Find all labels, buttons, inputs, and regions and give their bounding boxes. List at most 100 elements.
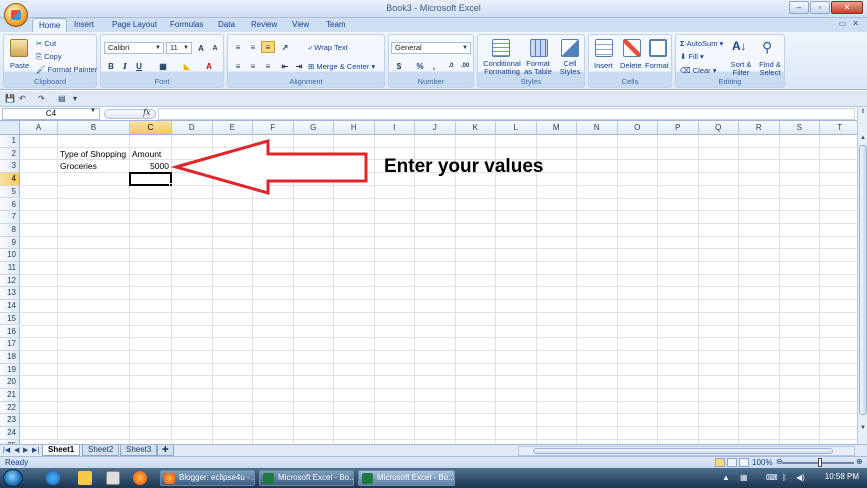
bluetooth-icon[interactable]: ᛒ (782, 473, 787, 482)
zoom-level[interactable]: 100% (752, 458, 772, 467)
paste-button[interactable]: Paste (10, 61, 29, 70)
scroll-down-icon[interactable]: ▼ (859, 425, 867, 433)
format-as-table-button[interactable]: Format as Table (522, 60, 554, 76)
last-sheet-icon[interactable]: ▶| (32, 446, 39, 454)
redo-icon[interactable]: ↷ (38, 94, 45, 103)
network-icon[interactable]: ▦ (740, 473, 748, 482)
orientation-icon[interactable]: ↗ (278, 41, 292, 53)
align-middle-icon[interactable]: ≡ (246, 41, 260, 53)
fill-color-icon[interactable]: ◣ (180, 60, 194, 72)
first-sheet-icon[interactable]: |◀ (3, 446, 10, 454)
tab-home[interactable]: Home (32, 18, 68, 32)
format-painter-button[interactable]: 🖌 Format Painter (36, 65, 97, 74)
currency-button[interactable]: $ (392, 60, 406, 72)
internet-explorer-icon[interactable] (46, 471, 60, 485)
shrink-font-icon[interactable]: A (208, 42, 222, 54)
grow-font-icon[interactable]: A (194, 42, 208, 54)
taskbar-task-blogger[interactable]: Blogger: eclipse4u - ... (160, 470, 255, 486)
decrease-decimal-icon[interactable]: .00 (458, 60, 472, 72)
insert-sheet-icon[interactable]: ✚ (157, 445, 174, 456)
merge-center-button[interactable]: ⊞ Merge & Center ▾ (308, 62, 375, 71)
find-select-button[interactable]: Find & Select (756, 61, 784, 77)
page-break-view-icon[interactable] (739, 458, 749, 467)
borders-icon[interactable]: ▦ (156, 60, 170, 72)
prev-sheet-icon[interactable]: ◀ (14, 446, 19, 454)
align-left-icon[interactable]: ≡ (231, 60, 245, 72)
italic-button[interactable]: I (118, 60, 132, 72)
underline-button[interactable]: U (132, 60, 146, 72)
tab-page-layout[interactable]: Page Layout (106, 18, 163, 32)
wrap-text-button[interactable]: ⤶ Wrap Text (308, 43, 348, 53)
increase-decimal-icon[interactable]: .0 (444, 60, 458, 72)
print-preview-icon[interactable]: ▤ (58, 94, 66, 103)
taskbar-task-excel-1[interactable]: Microsoft Excel - Bo... (259, 470, 354, 486)
customize-toolbar-icon[interactable]: ▾ (73, 94, 77, 103)
sheet-tab-sheet1[interactable]: Sheet1 (42, 445, 81, 456)
ribbon-minimize-icon[interactable]: ▭ (839, 19, 847, 28)
media-player-icon[interactable] (106, 471, 120, 485)
ribbon-close-icon[interactable]: ✕ (852, 19, 859, 28)
page-layout-view-icon[interactable] (727, 458, 737, 467)
cell-styles-button[interactable]: Cell Styles (558, 60, 582, 76)
align-top-icon[interactable]: ≡ (231, 41, 245, 53)
format-button[interactable]: Format (645, 61, 669, 70)
comma-button[interactable]: , (427, 60, 441, 72)
clock[interactable]: 10:58 PM (825, 472, 859, 481)
zoom-slider-knob[interactable] (818, 458, 822, 467)
font-color-icon[interactable]: A (202, 60, 216, 72)
save-icon[interactable]: 💾 (5, 94, 15, 103)
scroll-up-icon[interactable]: ▲ (859, 135, 867, 143)
help-icon[interactable]: ❔ (823, 19, 833, 28)
chevron-down-icon[interactable]: ▼ (90, 108, 96, 114)
sort-filter-button[interactable]: Sort & Filter (728, 61, 754, 77)
next-sheet-icon[interactable]: ▶ (23, 446, 28, 454)
zoom-in-icon[interactable]: ⊕ (856, 457, 863, 466)
autosum-button[interactable]: Σ AutoSum ▾ (680, 39, 723, 48)
restore-button[interactable]: ▫ (810, 1, 830, 14)
tab-formulas[interactable]: Formulas (164, 18, 209, 32)
cut-button[interactable]: ✂ Cut (36, 39, 56, 48)
horizontal-scrollbar[interactable] (518, 446, 855, 456)
tab-team[interactable]: Team (320, 18, 352, 32)
formula-input[interactable] (158, 108, 855, 120)
tab-review[interactable]: Review (245, 18, 283, 32)
undo-icon[interactable]: ↶ (19, 94, 26, 103)
fill-button[interactable]: ⬇ Fill ▾ (680, 52, 704, 61)
font-size-select[interactable]: 11 ▼ (166, 42, 192, 54)
tab-data[interactable]: Data (212, 18, 241, 32)
taskbar-task-excel-2[interactable]: Microsoft Excel - Bo... (358, 470, 455, 486)
normal-view-icon[interactable] (715, 458, 725, 467)
insert-function-button[interactable]: fx (143, 108, 150, 117)
align-bottom-icon[interactable]: ≡ (261, 41, 275, 53)
percent-button[interactable]: % (413, 60, 427, 72)
office-button[interactable] (4, 3, 28, 27)
increase-indent-icon[interactable]: ⇥ (292, 60, 306, 72)
font-family-select[interactable]: Calibri ▼ (104, 42, 164, 54)
sheet-tab-sheet3[interactable]: Sheet3 (120, 445, 158, 456)
start-button[interactable] (3, 469, 23, 487)
tray-icon[interactable]: ▲ (722, 473, 730, 482)
insert-button[interactable]: Insert (594, 61, 613, 70)
number-format-select[interactable]: General ▼ (391, 42, 471, 54)
paste-icon[interactable] (10, 39, 28, 57)
decrease-indent-icon[interactable]: ⇤ (278, 60, 292, 72)
vertical-scroll-thumb[interactable] (859, 145, 867, 415)
worksheet-grid[interactable]: A B C D E F G H I J K L M N O P Q R S T 1 2 3 4 5 6 7 8 9 10 11 12 13 14 1… (0, 121, 857, 444)
volume-icon[interactable]: ◀) (796, 473, 805, 482)
folder-icon[interactable] (78, 471, 92, 485)
delete-button[interactable]: Delete (620, 61, 642, 70)
horizontal-scroll-thumb[interactable] (533, 448, 833, 454)
tab-view[interactable]: View (286, 18, 315, 32)
vertical-scrollbar[interactable]: ⇕ ▲ ▼ (857, 107, 867, 444)
conditional-formatting-button[interactable]: Conditional Formatting (480, 60, 524, 76)
firefox-icon[interactable] (133, 471, 147, 485)
close-button[interactable]: ✕ (831, 1, 863, 14)
clear-button[interactable]: ⌫ Clear ▾ (680, 66, 717, 75)
split-handle-icon[interactable]: ⇕ (859, 108, 867, 116)
sheet-tab-sheet2[interactable]: Sheet2 (82, 445, 120, 456)
keyboard-icon[interactable]: ⌨ (766, 473, 778, 482)
name-box[interactable]: C4 (2, 108, 100, 120)
align-right-icon[interactable]: ≡ (261, 60, 275, 72)
bold-button[interactable]: B (104, 60, 118, 72)
minimize-button[interactable]: – (789, 1, 809, 14)
